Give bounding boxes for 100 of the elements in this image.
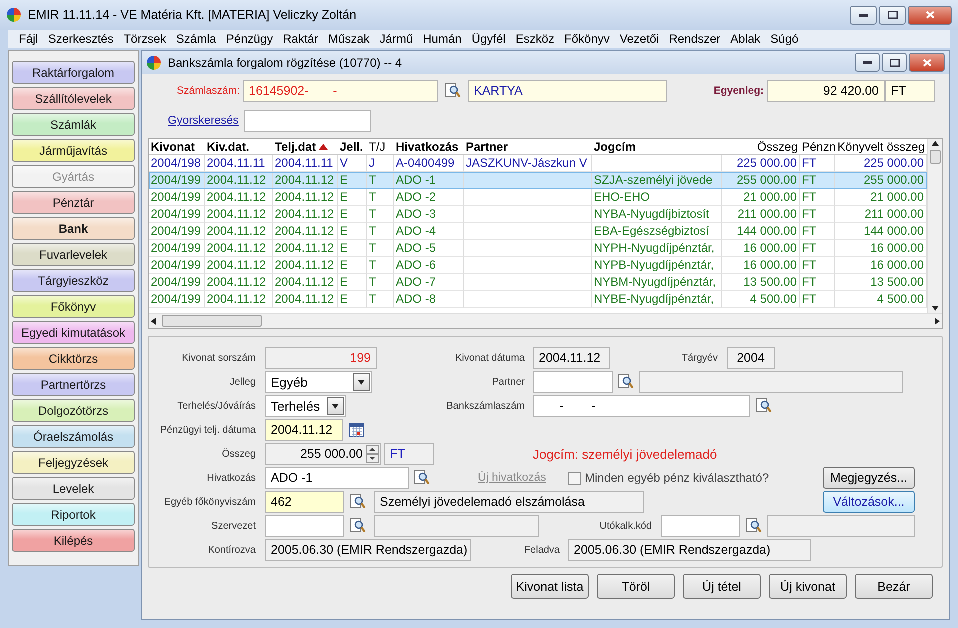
- vertical-scrollbar[interactable]: [927, 139, 942, 313]
- menu-item[interactable]: Humán: [418, 32, 467, 46]
- column-header[interactable]: Jogcím: [592, 139, 722, 154]
- sidebar-button[interactable]: Partnertörzs: [12, 373, 135, 396]
- minimize-button[interactable]: [850, 6, 877, 24]
- column-header[interactable]: Kivonat: [149, 139, 205, 154]
- input-field[interactable]: [661, 515, 740, 537]
- magnifier-icon[interactable]: [414, 470, 430, 486]
- sidebar-button[interactable]: Tárgyieszköz: [12, 269, 135, 292]
- input-field[interactable]: 462: [265, 491, 344, 513]
- action-button[interactable]: Új kivonat: [769, 574, 847, 599]
- dropdown[interactable]: Terhelés: [265, 395, 346, 417]
- menu-item[interactable]: Vezetői: [614, 32, 664, 46]
- sidebar-button[interactable]: Szállítólevelek: [12, 87, 135, 110]
- maximize-button[interactable]: [879, 6, 906, 24]
- column-header[interactable]: Jell.: [338, 139, 367, 154]
- menu-item[interactable]: Eszköz: [510, 32, 560, 46]
- input-field[interactable]: [639, 371, 903, 393]
- sidebar-button[interactable]: Egyedi kimutatások: [12, 321, 135, 344]
- sidebar-button[interactable]: Levelek: [12, 477, 135, 500]
- spinner-arrows-icon[interactable]: [366, 445, 379, 463]
- close-button[interactable]: [908, 6, 952, 24]
- table-row[interactable]: 2004/199 2004.11.12 2004.11.12 E T ADO -4 EBA-Egészségbiztosí 144 000.00 FT 144 000.00: [149, 223, 927, 240]
- input-field[interactable]: FT: [384, 443, 434, 465]
- input-field[interactable]: Személyi jövedelemadó elszámolása: [374, 491, 644, 513]
- sidebar-button[interactable]: Dolgozótörzs: [12, 399, 135, 422]
- sidebar-button[interactable]: Főkönyv: [12, 295, 135, 318]
- scrollbar-thumb[interactable]: [930, 150, 940, 164]
- magnifier-icon[interactable]: [618, 374, 634, 390]
- magnifier-icon[interactable]: [445, 83, 461, 99]
- sidebar-button[interactable]: Óraelszámolás: [12, 425, 135, 448]
- action-button[interactable]: Kivonat lista: [511, 574, 589, 599]
- column-header[interactable]: Telj.dat: [273, 139, 338, 154]
- menu-item[interactable]: Törzsek: [118, 32, 172, 46]
- menu-item[interactable]: Rendszer: [664, 32, 726, 46]
- menu-item[interactable]: Pénzügy: [221, 32, 278, 46]
- menu-item[interactable]: Fájl: [14, 32, 44, 46]
- column-header[interactable]: T/J: [367, 139, 394, 154]
- menu-item[interactable]: Ügyfél: [466, 32, 511, 46]
- checkbox[interactable]: [568, 472, 581, 484]
- input-field[interactable]: - -: [533, 395, 750, 417]
- sidebar-button[interactable]: Riportok: [12, 503, 135, 526]
- action-button[interactable]: Új tétel: [683, 574, 761, 599]
- column-header[interactable]: Összeg: [722, 139, 800, 154]
- amount-spinner[interactable]: 255 000.00: [265, 443, 381, 465]
- input-field[interactable]: 199: [265, 347, 377, 369]
- menu-item[interactable]: Raktár: [278, 32, 324, 46]
- input-field[interactable]: [265, 515, 344, 537]
- table-row[interactable]: 2004/199 2004.11.12 2004.11.12 E T ADO -7 NYBM-Nyugdíjpénztár, 13 500.00 FT 13 500.00: [149, 274, 927, 291]
- scrollbar-thumb[interactable]: [162, 315, 262, 327]
- dropdown[interactable]: Egyéb: [265, 371, 372, 393]
- sidebar-button[interactable]: Raktárforgalom: [12, 61, 135, 84]
- form-button[interactable]: Változások...: [823, 491, 915, 513]
- input-field[interactable]: [767, 515, 915, 537]
- input-field[interactable]: 2004.11.12: [533, 347, 610, 369]
- horizontal-scrollbar[interactable]: [149, 313, 942, 328]
- form-button[interactable]: Megjegyzés...: [823, 467, 915, 489]
- sidebar-button[interactable]: Feljegyzések: [12, 451, 135, 474]
- menu-item[interactable]: Számla: [171, 32, 222, 46]
- column-header[interactable]: Partner: [464, 139, 592, 154]
- table-row[interactable]: 2004/199 2004.11.12 2004.11.12 E T ADO -2 EHO-EHO 21 000.00 FT 21 000.00: [149, 189, 927, 206]
- input-field[interactable]: 2005.06.30 (EMIR Rendszergazda): [265, 539, 471, 561]
- magnifier-icon[interactable]: [746, 518, 762, 534]
- input-field[interactable]: 2005.06.30 (EMIR Rendszergazda): [568, 539, 811, 561]
- account-number-field[interactable]: 16145902- -: [243, 80, 438, 102]
- column-header[interactable]: Hivatkozás: [394, 139, 464, 154]
- calendar-icon[interactable]: [349, 422, 365, 438]
- sidebar-button[interactable]: Járműjavítás: [12, 139, 135, 162]
- column-header[interactable]: Pénzn: [800, 139, 835, 154]
- input-field[interactable]: 2004.11.12: [265, 419, 343, 441]
- column-header[interactable]: Könyvelt összeg: [835, 139, 927, 154]
- close-button[interactable]: [909, 53, 945, 72]
- table-row[interactable]: 2004/199 2004.11.12 2004.11.12 E T ADO -1 SZJA-személyi jövede 255 000.00 FT 255 000.00: [149, 172, 927, 189]
- column-header[interactable]: Kiv.dat.: [205, 139, 273, 154]
- menu-item[interactable]: Súgó: [766, 32, 804, 46]
- sidebar-button[interactable]: Cikktörzs: [12, 347, 135, 370]
- sidebar-button[interactable]: Bank: [12, 217, 135, 240]
- menu-item[interactable]: Műszak: [323, 32, 375, 46]
- quick-search-link[interactable]: Gyorskeresés: [168, 115, 241, 127]
- input-field[interactable]: 2004: [727, 347, 775, 369]
- menu-item[interactable]: Szerkesztés: [43, 32, 119, 46]
- input-field[interactable]: [533, 371, 613, 393]
- table-row[interactable]: 2004/199 2004.11.12 2004.11.12 E T ADO -5 NYPH-Nyugdíjpénztár, 16 000.00 FT 16 000.00: [149, 240, 927, 257]
- table-row[interactable]: 2004/198 2004.11.11 2004.11.11 V J A-0400499 JASZKUNV-Jászkun V 225 000.00 FT 225 000.00: [149, 155, 927, 172]
- minimize-button[interactable]: [855, 53, 880, 72]
- action-button[interactable]: Töröl: [597, 574, 675, 599]
- input-field[interactable]: ADO -1: [265, 467, 409, 489]
- magnifier-icon[interactable]: [350, 494, 366, 510]
- table-row[interactable]: 2004/199 2004.11.12 2004.11.12 E T ADO -6 NYPB-Nyugdíjpénztár, 16 000.00 FT 16 000.00: [149, 257, 927, 274]
- input-field[interactable]: [374, 515, 539, 537]
- sidebar-button[interactable]: Fuvarlevelek: [12, 243, 135, 266]
- maximize-button[interactable]: [882, 53, 907, 72]
- sidebar-button[interactable]: Pénztár: [12, 191, 135, 214]
- menu-item[interactable]: Jármű: [374, 32, 418, 46]
- menu-item[interactable]: Ablak: [726, 32, 766, 46]
- sidebar-button[interactable]: Számlák: [12, 113, 135, 136]
- quick-search-field[interactable]: [244, 110, 371, 132]
- action-button[interactable]: Bezár: [855, 574, 933, 599]
- menu-item[interactable]: Főkönyv: [560, 32, 615, 46]
- table-row[interactable]: 2004/199 2004.11.12 2004.11.12 E T ADO -8 NYBE-Nyugdíjpénztár, 4 500.00 FT 4 500.00: [149, 291, 927, 308]
